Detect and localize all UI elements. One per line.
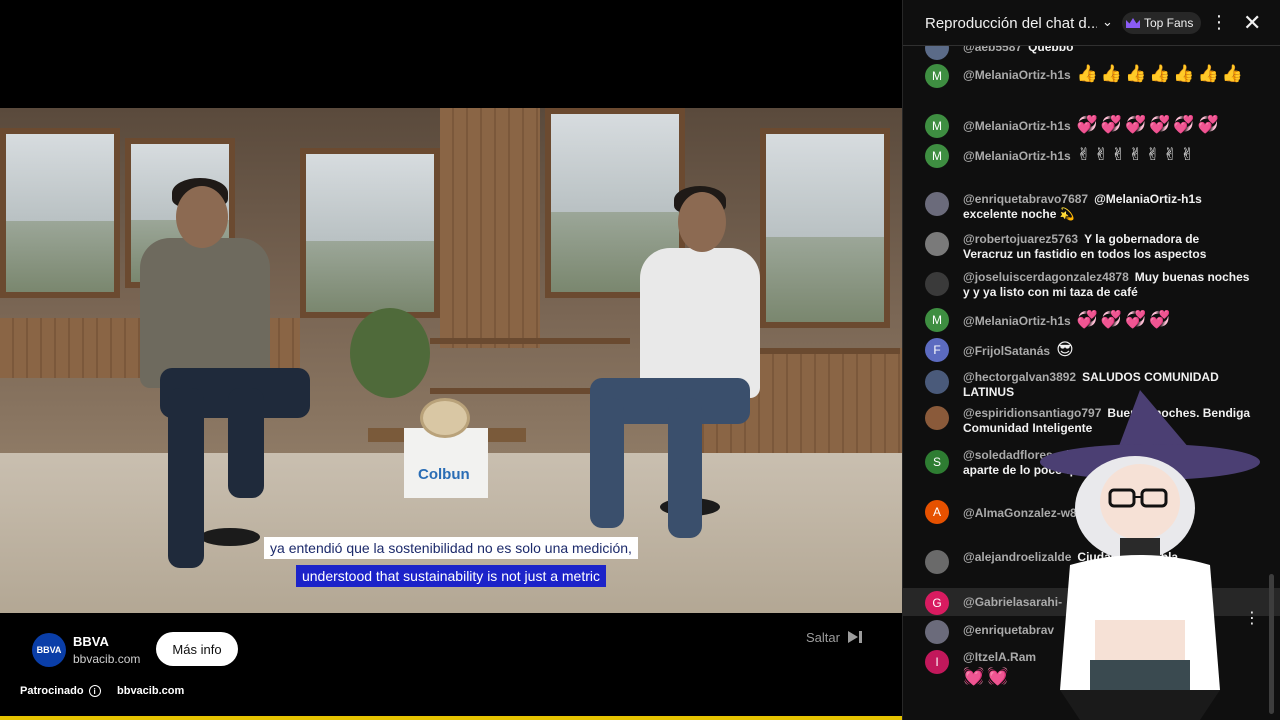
message-text: 💞💞💞💞💞💞 <box>1076 115 1222 134</box>
avatar[interactable] <box>925 370 949 394</box>
avatar[interactable]: M <box>925 308 949 332</box>
sponsored-label[interactable]: Patrocinado i <box>20 685 101 697</box>
message-author[interactable]: @MelaniaOrtiz-h1s <box>963 119 1071 133</box>
message-text: 👍👍👍👍👍👍👍 <box>1076 64 1246 83</box>
sponsored-domain[interactable]: bbvacib.com <box>117 685 184 697</box>
wood-wall <box>440 108 540 348</box>
message-author[interactable]: @MelaniaOrtiz-h1s <box>963 68 1071 82</box>
advertiser-name[interactable]: BBVA <box>73 634 109 649</box>
table-logo <box>420 398 470 438</box>
top-fans-label: Top Fans <box>1144 16 1194 30</box>
leg <box>668 398 702 538</box>
interviewer <box>140 238 270 388</box>
shelf <box>740 348 900 354</box>
more-info-button[interactable]: Más info <box>156 632 238 666</box>
avatar[interactable]: M <box>925 114 949 138</box>
advertiser-domain[interactable]: bbvacib.com <box>73 652 140 666</box>
top-fans-badge[interactable]: Top Fans <box>1122 12 1202 34</box>
chat-header: Reproducción del chat d... ⌄ Top Fans ⋮ … <box>903 0 1280 46</box>
window <box>0 128 120 298</box>
skip-ad-label: Saltar <box>806 629 840 645</box>
message-author[interactable]: @enriquetabravo7687 <box>963 192 1088 206</box>
ad-progress-bar[interactable] <box>0 716 902 720</box>
scene-brand-text: Colbun <box>418 466 470 483</box>
message-author[interactable]: @hectorgalvan3892 <box>963 370 1076 384</box>
tablecloth <box>404 428 488 498</box>
subtitle-english: understood that sustainability is not ju… <box>0 565 902 587</box>
leg <box>590 398 624 528</box>
window <box>300 148 440 318</box>
leg <box>228 388 264 498</box>
chat-message[interactable]: @joseluiscerdagonzalez4878 Muy buenas noc… <box>903 270 1280 308</box>
message-text: 💓💓 <box>963 667 1012 686</box>
head <box>176 186 228 248</box>
info-icon[interactable]: i <box>88 685 101 697</box>
crown-icon <box>1126 18 1140 28</box>
avatar[interactable]: F <box>925 338 949 362</box>
head <box>678 192 726 252</box>
vtuber-avatar-overlay <box>1040 390 1260 720</box>
chat-message[interactable]: M @MelaniaOrtiz-h1s 👍👍👍👍👍👍👍 <box>903 58 1280 110</box>
avatar[interactable]: S <box>925 450 949 474</box>
chat-message[interactable]: @robertojuarez5763 Y la gobernadora de Ve… <box>903 226 1280 270</box>
chevron-down-icon[interactable]: ⌄ <box>1102 14 1113 30</box>
shelf <box>430 338 630 344</box>
avatar[interactable]: I <box>925 650 949 674</box>
subtitle-spanish-text: ya entendió que la sostenibilidad no es … <box>264 537 638 559</box>
sponsored-text: Patrocinado <box>20 685 84 697</box>
message-author[interactable]: @FrijolSatanás <box>963 344 1050 358</box>
avatar[interactable]: G <box>925 591 949 615</box>
message-text: 💞💞💞💞 <box>1076 310 1174 329</box>
avatar[interactable] <box>925 406 949 430</box>
message-author[interactable]: @joseluiscerdagonzalez4878 <box>963 270 1129 284</box>
avatar[interactable] <box>925 192 949 216</box>
message-author[interactable]: @MelaniaOrtiz-h1s <box>963 314 1071 328</box>
avatar[interactable] <box>925 620 949 644</box>
skip-ad-button[interactable]: Saltar <box>806 628 864 646</box>
chat-message[interactable]: M @MelaniaOrtiz-h1s ✌✌✌✌✌✌✌ <box>903 140 1280 188</box>
plant <box>350 308 430 398</box>
chat-message[interactable]: F @FrijolSatanás 😎 <box>903 336 1280 366</box>
screen: Colbun ya entendió que la sostenibilidad… <box>0 0 1280 720</box>
message-text: ✌✌✌✌✌✌✌ <box>1076 145 1198 164</box>
message-text: 😎 <box>1056 340 1077 359</box>
chat-title[interactable]: Reproducción del chat d... <box>925 15 1097 32</box>
avatar[interactable] <box>925 272 949 296</box>
subtitle-english-text: understood that sustainability is not ju… <box>295 565 607 587</box>
more-options-icon[interactable]: ⋮ <box>1210 12 1228 33</box>
avatar[interactable]: M <box>925 144 949 168</box>
avatar[interactable] <box>925 232 949 256</box>
advertiser-logo[interactable]: BBVA <box>32 633 66 667</box>
window <box>760 128 890 328</box>
message-author[interactable]: @MelaniaOrtiz-h1s <box>963 149 1071 163</box>
chat-message[interactable]: M @MelaniaOrtiz-h1s 💞💞💞💞💞💞 <box>903 110 1280 140</box>
skip-next-icon <box>847 631 862 643</box>
message-author[interactable]: @robertojuarez5763 <box>963 232 1078 246</box>
chat-message[interactable]: M @MelaniaOrtiz-h1s 💞💞💞💞 <box>903 308 1280 336</box>
subtitle-spanish: ya entendió que la sostenibilidad no es … <box>0 537 902 559</box>
video-player[interactable]: Colbun ya entendió que la sostenibilidad… <box>0 0 902 720</box>
avatar[interactable]: M <box>925 64 949 88</box>
close-icon[interactable]: ✕ <box>1243 10 1261 36</box>
avatar[interactable]: A <box>925 500 949 524</box>
guest <box>640 248 760 398</box>
chat-message[interactable]: @enriquetabravo7687 @MelaniaOrtiz-h1s exc… <box>903 188 1280 226</box>
avatar[interactable] <box>925 550 949 574</box>
